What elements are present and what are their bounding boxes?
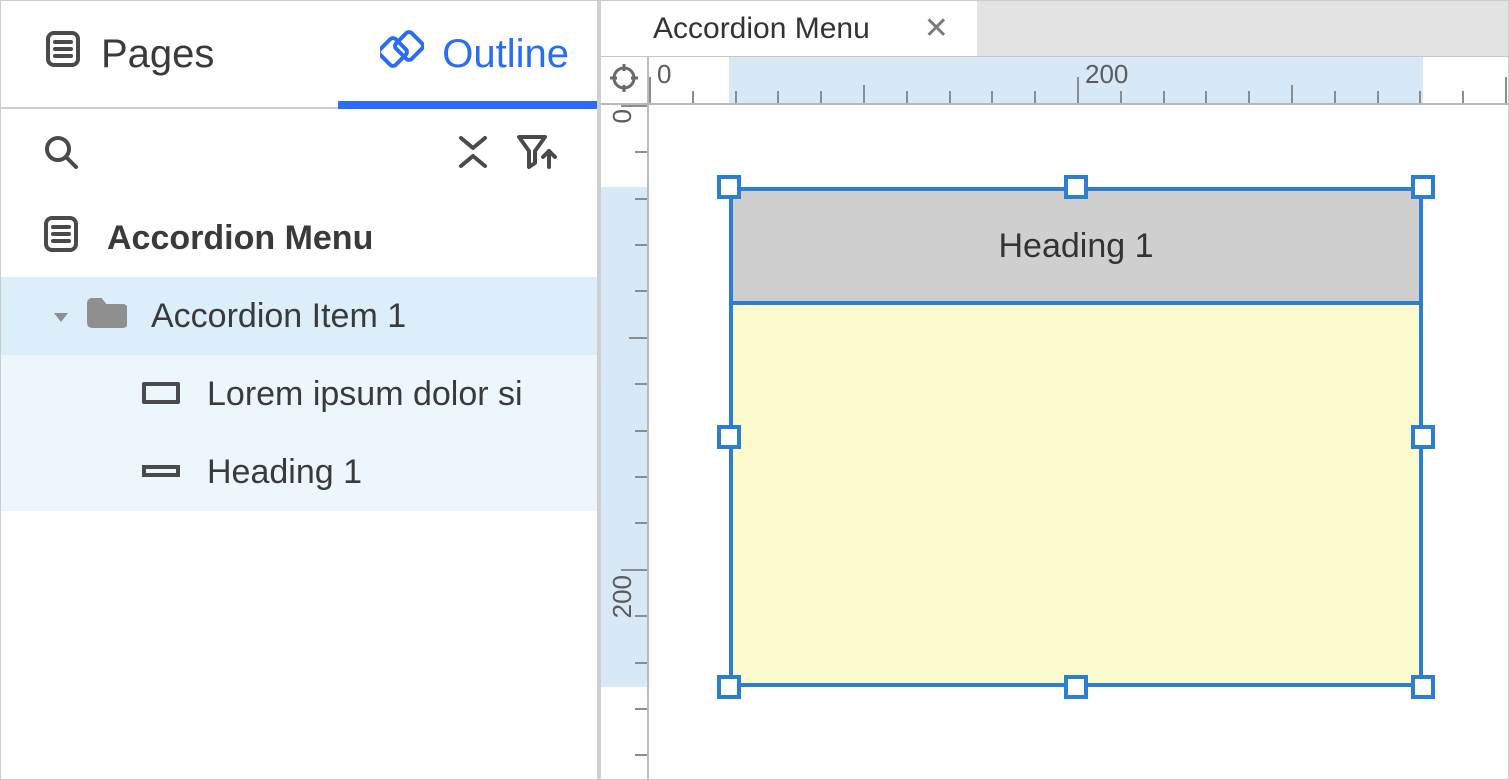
rect-icon [141, 375, 181, 414]
handle-w[interactable] [717, 425, 741, 449]
page-icon [41, 214, 81, 263]
tab-pages[interactable]: Pages [1, 1, 242, 107]
handle-nw[interactable] [717, 175, 741, 199]
outline-child-2-label: Heading 1 [207, 453, 362, 492]
left-panel: Pages Outline [1, 1, 601, 779]
accordion-body[interactable] [733, 305, 1419, 683]
handle-ne[interactable] [1411, 175, 1435, 199]
outline-child-1[interactable]: Lorem ipsum dolor si [1, 355, 597, 433]
accordion-widget[interactable]: Heading 1 [729, 187, 1423, 687]
outline-item-1-label: Accordion Item 1 [151, 297, 406, 336]
filter-icon [515, 131, 559, 178]
handle-e[interactable] [1411, 425, 1435, 449]
ruler-h-label-0: 0 [657, 59, 671, 90]
outline-child-2[interactable]: Heading 1 [1, 433, 597, 511]
handle-n[interactable] [1064, 175, 1088, 199]
pages-icon [43, 29, 83, 79]
vertical-ruler[interactable]: 0 200 [601, 105, 649, 779]
handle-s[interactable] [1064, 675, 1088, 699]
ruler-origin-button[interactable] [601, 57, 649, 105]
ruler-row: 0 200 [601, 57, 1508, 105]
canvas[interactable]: Heading 1 [649, 105, 1508, 779]
crosshair-icon [609, 63, 639, 98]
panel-tabs: Pages Outline [1, 1, 597, 109]
editor-area: Accordion Menu ✕ 0 200 [601, 1, 1508, 779]
search-button[interactable] [29, 122, 93, 186]
bar-icon [141, 453, 181, 492]
horizontal-ruler[interactable]: 0 200 [649, 57, 1508, 105]
collapse-all-button[interactable] [441, 122, 505, 186]
work-area: 0 200 Head [601, 105, 1508, 779]
handle-sw[interactable] [717, 675, 741, 699]
collapse-icon [451, 132, 495, 177]
ruler-h-label-200: 200 [1085, 59, 1128, 90]
tab-pages-label: Pages [101, 32, 214, 77]
accordion-heading[interactable]: Heading 1 [733, 191, 1419, 305]
tab-outline-label: Outline [442, 32, 569, 77]
folder-icon [85, 295, 127, 338]
filter-button[interactable] [505, 122, 569, 186]
tab-outline[interactable]: Outline [338, 1, 597, 107]
close-icon: ✕ [924, 12, 949, 45]
outline-toolbar [1, 109, 597, 199]
app-root: Pages Outline [0, 0, 1509, 780]
outline-root-label: Accordion Menu [107, 219, 373, 258]
file-tab-title: Accordion Menu [653, 12, 870, 46]
file-tab-bar: Accordion Menu ✕ [601, 1, 1508, 57]
chevron-down-icon[interactable] [51, 297, 71, 336]
search-icon [41, 132, 81, 177]
outline-tree: Accordion Menu Accordion Item 1 Lorem ip… [1, 199, 597, 779]
file-tab[interactable]: Accordion Menu ✕ [631, 1, 977, 56]
ruler-v-label-200: 200 [607, 575, 638, 618]
close-tab-button[interactable]: ✕ [924, 11, 949, 46]
handle-se[interactable] [1411, 675, 1435, 699]
outline-child-1-label: Lorem ipsum dolor si [207, 375, 523, 414]
accordion-heading-text: Heading 1 [998, 227, 1153, 266]
outline-icon [380, 29, 424, 79]
outline-root[interactable]: Accordion Menu [1, 199, 597, 277]
ruler-v-label-0: 0 [607, 109, 638, 123]
outline-item-1[interactable]: Accordion Item 1 [1, 277, 597, 355]
